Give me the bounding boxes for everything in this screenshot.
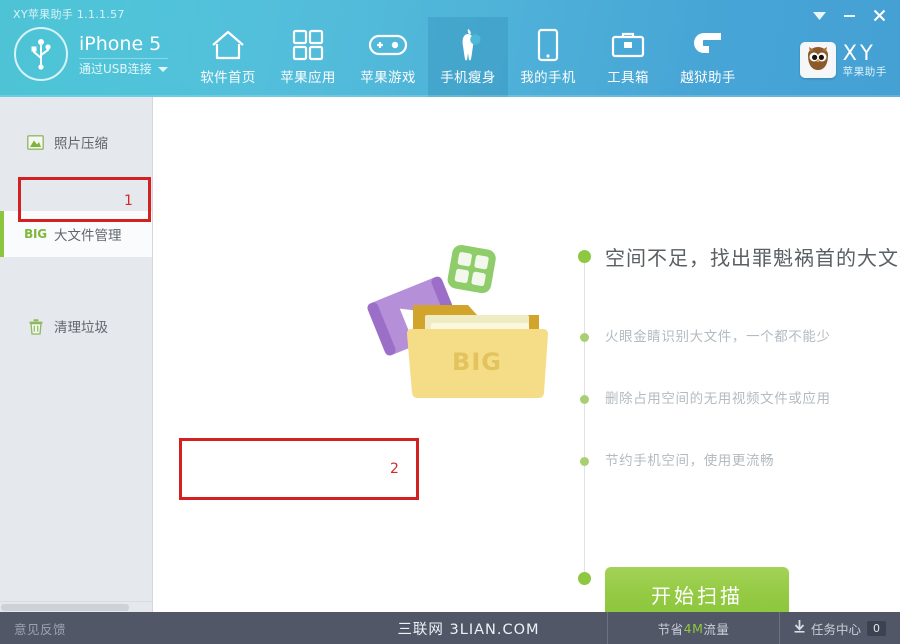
- dropdown-icon[interactable]: [806, 5, 832, 25]
- feature-steps: 空间不足，找出罪魁祸首的大文件 火眼金睛识别大文件，一个都不能少 删除占用空间的…: [578, 245, 900, 612]
- task-center-button[interactable]: 任务中心 0: [780, 612, 900, 644]
- status-bar: 意见反馈 三联网 3LIAN.COM 节省 4M 流量 任务中心 0: [0, 612, 900, 644]
- device-name: iPhone 5: [79, 32, 162, 55]
- feature-bullet-row: 火眼金睛识别大文件，一个都不能少: [578, 327, 900, 347]
- page-heading: 空间不足，找出罪魁祸首的大文件: [605, 246, 900, 270]
- photo-icon: [26, 133, 45, 152]
- sidebar-item-photo-compress[interactable]: 照片压缩: [0, 119, 152, 165]
- big-files-folder-illustration: BIG: [353, 237, 568, 417]
- status-left: 意见反馈: [0, 612, 330, 644]
- annotation-number-1: 1: [124, 193, 133, 209]
- nav-item-apple-apps[interactable]: 苹果应用: [268, 17, 348, 97]
- sidebar-horizontal-scrollbar[interactable]: [0, 601, 152, 612]
- owl-avatar-icon: [799, 42, 836, 78]
- nav-label: 手机瘦身: [440, 70, 496, 86]
- home-icon: [210, 26, 246, 64]
- trash-icon: [26, 317, 45, 336]
- big-badge-icon: BIG: [24, 227, 47, 241]
- brand-text: XY 苹果助手: [842, 40, 887, 78]
- nav-item-home[interactable]: 软件首页: [188, 17, 268, 97]
- main-nav: 软件首页 苹果应用 苹果游戏 手机瘦身 我的手机 工具箱 越狱助手: [188, 17, 748, 97]
- nav-label: 越狱助手: [680, 70, 736, 86]
- apps-grid-icon: [292, 26, 324, 64]
- device-connection-row[interactable]: 通过USB连接: [79, 57, 168, 77]
- device-info[interactable]: iPhone 5 通过USB连接: [14, 27, 168, 81]
- status-watermark-area: 三联网 3LIAN.COM: [330, 612, 608, 644]
- sidebar-item-big-file-manager[interactable]: BIG 大文件管理: [0, 211, 152, 257]
- feature-bullet-text: 删除占用空间的无用视频文件或应用: [605, 391, 831, 407]
- brand-subtitle: 苹果助手: [842, 65, 887, 78]
- task-center-label: 任务中心: [810, 621, 861, 637]
- nav-item-toolbox[interactable]: 工具箱: [588, 17, 668, 97]
- brand-logo[interactable]: XY 苹果助手: [799, 40, 887, 78]
- download-arrow-icon: [794, 620, 805, 636]
- task-count-badge: 0: [867, 620, 886, 636]
- device-connection: 通过USB连接: [79, 61, 152, 76]
- feature-bullet-row: 节约手机空间，使用更流畅: [578, 451, 900, 471]
- bullet-dot: [580, 395, 589, 404]
- close-icon[interactable]: [866, 5, 892, 25]
- feature-bullet-text: 火眼金睛识别大文件，一个都不能少: [605, 329, 831, 345]
- svg-text:BIG: BIG: [452, 348, 502, 376]
- scrollbar-thumb[interactable]: [1, 604, 129, 611]
- sidebar-top-spacer: [0, 97, 152, 119]
- feature-heading-row: 空间不足，找出罪魁祸首的大文件: [578, 245, 900, 271]
- watermark-text: 三联网 3LIAN.COM: [397, 621, 540, 638]
- bullet-dot: [578, 572, 591, 585]
- nav-item-jailbreak[interactable]: 越狱助手: [668, 17, 748, 97]
- sidebar-item-label: 清理垃圾: [54, 320, 108, 336]
- sidebar: 照片压缩 BIG 大文件管理 清理垃圾: [0, 97, 153, 612]
- feature-bullet-row: 删除占用空间的无用视频文件或应用: [578, 389, 900, 409]
- saved-prefix: 节省: [657, 621, 684, 637]
- chevron-down-icon[interactable]: [157, 66, 168, 72]
- content-body: 照片压缩 BIG 大文件管理 清理垃圾 1 BIG 空间不足，找出罪魁祸首的大文…: [0, 97, 900, 612]
- minimize-icon[interactable]: [836, 5, 862, 25]
- nav-label: 软件首页: [200, 70, 256, 86]
- sidebar-item-label: 大文件管理: [54, 228, 122, 244]
- feedback-link[interactable]: 意见反馈: [14, 619, 66, 638]
- nav-item-my-phone[interactable]: 我的手机: [508, 17, 588, 97]
- annotation-box-2: [179, 438, 419, 500]
- gamepad-icon: [368, 26, 408, 64]
- jailbreak-arrow-icon: [691, 26, 725, 64]
- nav-item-phone-slim[interactable]: 手机瘦身: [428, 17, 508, 97]
- bullet-dot: [578, 250, 591, 263]
- sidebar-item-clean-junk[interactable]: 清理垃圾: [0, 303, 152, 349]
- nav-label: 苹果游戏: [360, 70, 416, 86]
- toolbox-icon: [611, 26, 645, 64]
- scan-action-row: 开始扫描: [578, 567, 900, 612]
- bullet-dot: [580, 457, 589, 466]
- saved-suffix: 流量: [703, 621, 730, 637]
- apple-slim-icon: [454, 26, 482, 64]
- start-scan-button[interactable]: 开始扫描: [605, 567, 789, 612]
- app-window: XY苹果助手 1.1.1.57 iPhone 5 通过USB连接 软件首页 苹果…: [0, 0, 900, 644]
- timeline-line: [584, 255, 585, 580]
- saved-amount: 4M: [683, 620, 704, 636]
- nav-item-apple-games[interactable]: 苹果游戏: [348, 17, 428, 97]
- window-controls: [806, 5, 892, 25]
- bullet-dot: [580, 333, 589, 342]
- annotation-number-2: 2: [390, 461, 399, 477]
- phone-icon: [536, 26, 560, 64]
- nav-label: 工具箱: [607, 70, 649, 86]
- feature-bullet-text: 节约手机空间，使用更流畅: [605, 453, 775, 469]
- window-title: XY苹果助手 1.1.1.57: [13, 8, 125, 21]
- sidebar-item-label: 照片压缩: [54, 136, 108, 152]
- main-panel: BIG 空间不足，找出罪魁祸首的大文件 火眼金睛识别大文件，一个都不能少 删除占…: [153, 97, 900, 612]
- nav-label: 苹果应用: [280, 70, 336, 86]
- device-text-block: iPhone 5 通过USB连接: [79, 32, 168, 77]
- title-bar-header: XY苹果助手 1.1.1.57 iPhone 5 通过USB连接 软件首页 苹果…: [0, 0, 900, 97]
- data-saved-indicator[interactable]: 节省 4M 流量: [608, 612, 780, 644]
- nav-label: 我的手机: [520, 70, 576, 86]
- usb-icon: [14, 27, 68, 81]
- brand-title: XY: [842, 40, 876, 65]
